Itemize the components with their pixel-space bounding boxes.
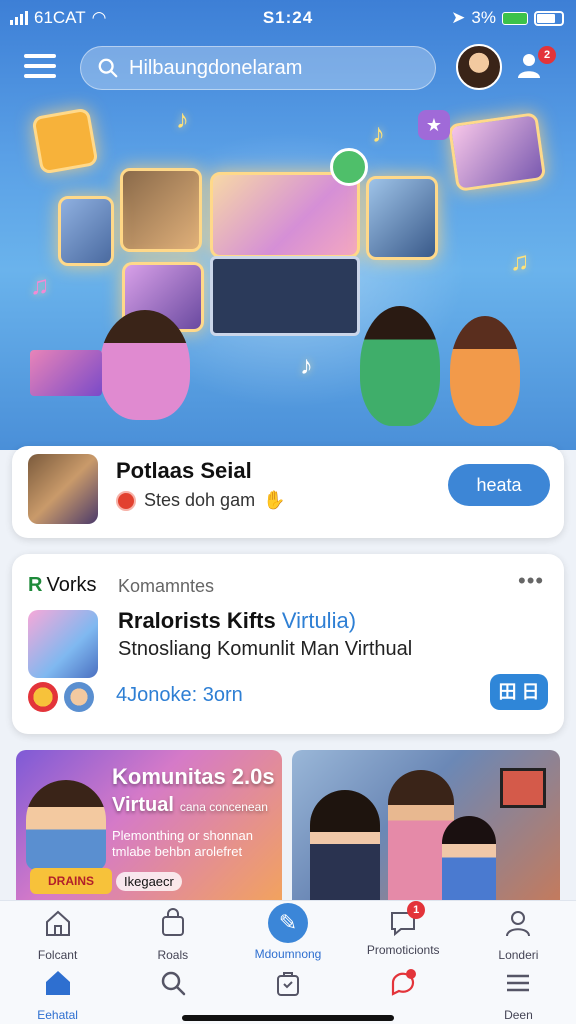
promo-photo-people [310,790,380,910]
nav-item-roals[interactable]: Roals [115,907,230,962]
live-dot-icon [116,490,136,511]
feather-icon: ✎ [268,903,308,943]
hamburger-menu-icon[interactable] [24,54,56,80]
featured-action-button[interactable]: heata [448,464,550,506]
nav-row-secondary: Eehatal Deen [0,967,576,1022]
featured-subtitle: Stes doh gam [144,490,256,510]
featured-subtitle-row: Stes doh gam ✋ [116,490,286,511]
category-label: Komamntes [118,576,215,596]
battery-icon [534,10,564,26]
promo-photo-people [442,816,496,910]
promo-body: Plemonthing or shonnan tmlabe behbn arol… [112,828,253,859]
message-icon [392,969,417,996]
nav-row-primary: Folcant Roals ✎ Mdoumnong 1 Promoticiont… [0,901,576,962]
post-thumbnail [28,610,98,678]
search-icon [161,971,186,996]
box-decoration [30,350,102,396]
nav-label: Roals [157,948,189,962]
status-bar: 61CAT ◠ S1:24 ➤ 3% [0,0,576,36]
nav-item-home[interactable]: Eehatal [0,967,115,1022]
search-input[interactable] [129,56,419,80]
bottom-navigation: Folcant Roals ✎ Mdoumnong 1 Promoticiont… [0,900,576,1024]
music-note-icon: ♪ [372,118,385,148]
post-description: Stnosliang Komunlit Man Virthual [118,638,413,660]
promo-tile-photo[interactable] [292,750,560,910]
brand-logo-icon: R [28,574,43,596]
person-illustration [360,306,440,426]
post-title-accent: Virtulia) [281,608,357,633]
search-icon [98,58,118,78]
notification-badge: 2 [538,46,556,64]
battery-saver-icon [502,11,528,25]
nav-item-messages[interactable] [346,967,461,1022]
friend-requests-button[interactable]: 2 [514,46,556,88]
share-button[interactable]: 田 日 [490,674,548,710]
brand-label: R Vorks [28,574,96,597]
promo-tile-community[interactable]: Komunitas 2.0s Virtual cana concenean Ple… [16,750,282,910]
music-note-icon: ♫ [30,270,50,300]
person-illustration [450,316,520,426]
featured-card[interactable]: Potlaas Seial Stes doh gam ✋ heata [12,446,564,538]
shopping-bag-icon [161,908,184,936]
nav-label: Eehatal [37,1008,78,1022]
nav-item-mdoumnong[interactable]: ✎ Mdoumnong [230,903,345,962]
nav-label: Mdoumnong [254,947,322,961]
nav-badge: 1 [407,901,426,919]
star-icon: ★ [418,110,450,140]
bag-icon [277,972,299,996]
nav-item-bag[interactable] [230,967,345,1022]
post-title: Rralorists Kifts Virtulia) [118,608,356,634]
home-filled-icon [45,971,70,995]
promo-illustration [26,780,106,870]
chat-bubble-icon [330,148,368,186]
home-outline-icon [45,910,70,936]
app-header: 2 [0,44,576,92]
sticker-decoration [31,107,99,175]
nav-label: Promoticionts [366,943,440,957]
more-options-icon[interactable]: ••• [518,568,544,594]
chat-icon: 1 [387,901,426,939]
video-tile-decoration [210,172,360,258]
participant-avatar [64,682,94,712]
brand-name: Vorks [46,574,97,596]
promo-subtitle: Virtual cana concenean [112,794,268,816]
featured-title: Potlaas Seial [116,458,252,483]
promo-tag: Ikegaecr [116,872,182,891]
promo-photo-tv [500,768,546,808]
menu-icon [507,974,530,992]
post-meta: 4Jonoke: 3orn [116,684,243,706]
nav-item-search[interactable] [115,967,230,1022]
nav-label: Folcant [37,948,78,962]
battery-percent: 3% [471,8,496,27]
video-tile-decoration [366,176,438,260]
music-note-icon: ♪ [176,104,189,134]
emoji-icon: ✋ [263,490,286,510]
post-title-main: Rralorists Kifts [118,608,276,633]
user-icon [506,911,531,937]
post-card[interactable]: R Vorks Komamntes ••• Rralorists Kifts V… [12,554,564,734]
nav-item-folcant[interactable]: Folcant [0,907,115,962]
nav-label: Deen [504,1008,533,1022]
presentation-screen-decoration [210,256,360,336]
search-bar[interactable] [80,46,436,90]
avatar[interactable] [456,44,502,90]
video-tile-decoration [58,196,114,266]
reaction-icon [28,682,58,712]
music-note-icon: ♫ [510,246,530,276]
video-tile-decoration [120,168,202,252]
nav-item-promoticionts[interactable]: 1 Promoticionts [346,901,461,962]
tv-screen-decoration [447,112,547,192]
promo-logo: DRAINS [30,868,112,894]
person-illustration [100,310,190,420]
promo-title: Komunitas 2.0s [112,764,275,789]
nav-item-londeri[interactable]: Londeri [461,907,576,962]
nav-item-menu[interactable]: Deen [461,967,576,1022]
home-indicator[interactable] [182,1015,394,1021]
music-note-icon: ♪ [300,350,313,380]
location-icon: ➤ [451,8,466,27]
featured-thumbnail [28,454,98,524]
nav-label: Londeri [498,948,539,962]
